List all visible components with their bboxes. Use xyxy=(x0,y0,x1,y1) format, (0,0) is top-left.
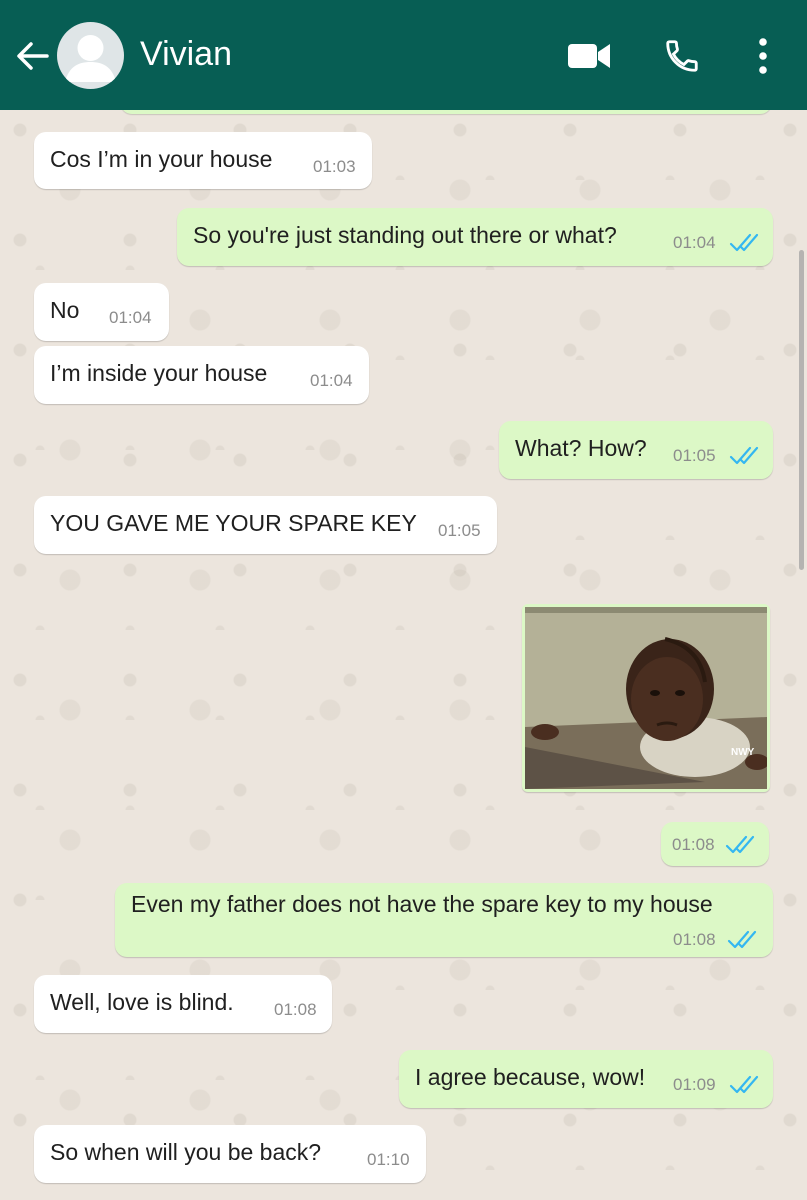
chat-header: Vivian xyxy=(0,0,807,110)
phone-icon[interactable] xyxy=(663,37,701,75)
outgoing-message[interactable]: I agree because, wow! 01:09 xyxy=(399,1050,773,1108)
message-time: 01:09 xyxy=(673,1075,716,1094)
message-time: 01:03 xyxy=(313,157,356,176)
outgoing-message[interactable]: Even my father does not have the spare k… xyxy=(115,883,773,957)
message-time: 01:05 xyxy=(673,446,716,465)
message-text: No xyxy=(50,297,80,323)
incoming-message[interactable]: Cos I’m in your house 01:03 xyxy=(34,132,372,189)
read-receipt-icon xyxy=(729,446,759,465)
outgoing-message-time[interactable]: 01:08 xyxy=(661,822,769,866)
message-text: So when will you be back? xyxy=(50,1139,322,1165)
outgoing-message[interactable]: So you're just standing out there or wha… xyxy=(177,208,773,266)
watermark-text: NWY xyxy=(731,747,755,758)
read-receipt-icon xyxy=(729,1075,759,1094)
message-text: So you're just standing out there or wha… xyxy=(193,222,617,248)
message-text: Cos I’m in your house xyxy=(50,146,273,172)
outgoing-message[interactable]: What? How? 01:05 xyxy=(499,421,773,479)
message-text: Well, love is blind. xyxy=(50,989,234,1015)
message-text: I agree because, wow! xyxy=(415,1064,646,1090)
more-options-icon[interactable] xyxy=(756,37,770,75)
image-message[interactable]: NWY xyxy=(522,604,770,792)
video-call-icon[interactable] xyxy=(567,40,611,72)
message-text: YOU GAVE ME YOUR SPARE KEY xyxy=(50,510,417,536)
read-receipt-icon xyxy=(725,835,755,854)
incoming-message[interactable]: So when will you be back? 01:10 xyxy=(34,1125,426,1183)
message-text: I’m inside your house xyxy=(50,360,268,386)
meme-image[interactable]: NWY xyxy=(525,607,767,789)
message-text: Even my father does not have the spare k… xyxy=(131,891,713,917)
message-time: 01:10 xyxy=(367,1150,410,1169)
message-time: 01:04 xyxy=(310,371,353,390)
message-time: 01:08 xyxy=(672,835,715,854)
read-receipt-icon xyxy=(729,233,759,252)
scrollbar[interactable] xyxy=(799,250,804,570)
incoming-message[interactable]: YOU GAVE ME YOUR SPARE KEY 01:05 xyxy=(34,496,497,554)
message-time: 01:08 xyxy=(274,1000,317,1019)
message-time: 01:04 xyxy=(109,308,152,327)
incoming-message[interactable]: Well, love is blind. 01:08 xyxy=(34,975,332,1033)
message-text: What? How? xyxy=(515,435,647,461)
avatar[interactable] xyxy=(57,22,124,89)
incoming-message[interactable]: No 01:04 xyxy=(34,283,169,341)
message-time: 01:04 xyxy=(673,233,716,252)
incoming-message[interactable]: I’m inside your house 01:04 xyxy=(34,346,369,404)
contact-name[interactable]: Vivian xyxy=(140,34,232,74)
back-arrow-icon[interactable] xyxy=(14,38,50,74)
message-time: 01:05 xyxy=(438,521,481,540)
read-receipt-icon xyxy=(727,930,757,949)
message-time: 01:08 xyxy=(673,930,716,949)
